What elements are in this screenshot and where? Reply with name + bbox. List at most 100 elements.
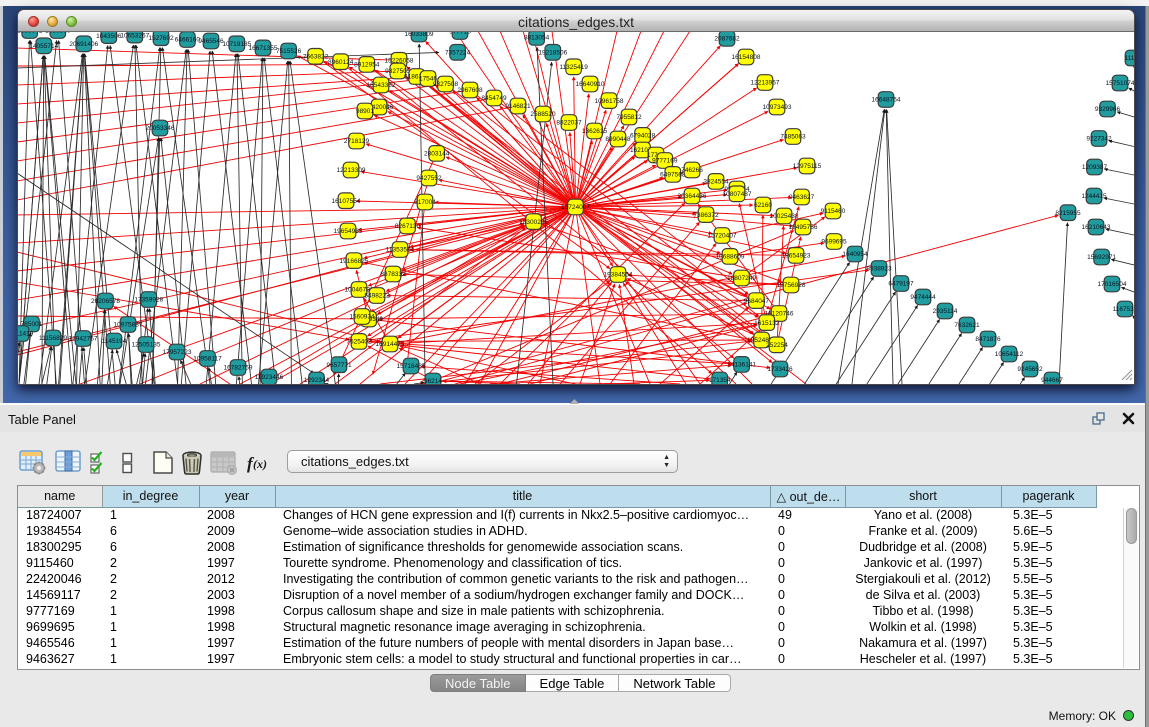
svg-text:9657771: 9657771 xyxy=(326,362,352,369)
svg-text:11121: 11121 xyxy=(1124,55,1134,62)
svg-text:18495756: 18495756 xyxy=(789,224,818,231)
svg-text:14055714: 14055714 xyxy=(29,43,58,50)
svg-text:15751074: 15751074 xyxy=(1106,80,1134,87)
svg-text:9474444: 9474444 xyxy=(910,294,936,301)
svg-text:8938923: 8938923 xyxy=(866,266,892,273)
svg-text:10807487: 10807487 xyxy=(723,191,752,198)
svg-text:1209387: 1209387 xyxy=(1082,164,1108,171)
svg-text:9146821: 9146821 xyxy=(505,103,531,110)
svg-text:8471876: 8471876 xyxy=(975,336,1001,343)
svg-text:1640954: 1640954 xyxy=(842,251,868,258)
svg-text:9777169: 9777169 xyxy=(652,158,678,165)
svg-text:10958117: 10958117 xyxy=(193,356,222,363)
svg-text:20206578: 20206578 xyxy=(91,298,120,305)
svg-text:8912954: 8912954 xyxy=(354,62,380,69)
svg-text:11325419: 11325419 xyxy=(559,64,588,71)
svg-text:8215955: 8215955 xyxy=(1055,210,1081,217)
svg-text:2718129: 2718129 xyxy=(344,138,370,145)
svg-text:7386372: 7386372 xyxy=(693,212,719,219)
svg-text:9684047: 9684047 xyxy=(744,298,770,305)
svg-text:20691406: 20691406 xyxy=(69,41,98,48)
svg-text:12213309: 12213309 xyxy=(337,167,366,174)
svg-text:16543382: 16543382 xyxy=(367,82,396,89)
svg-text:19218506: 19218506 xyxy=(538,50,567,57)
svg-text:746266: 746266 xyxy=(681,167,703,174)
svg-text:11353594: 11353594 xyxy=(386,247,415,254)
svg-text:12505135: 12505135 xyxy=(132,342,161,349)
svg-text:19166825: 19166825 xyxy=(340,258,369,265)
svg-text:8454749: 8454749 xyxy=(481,95,507,102)
svg-text:1733426: 1733426 xyxy=(767,366,793,373)
svg-text:15692971: 15692971 xyxy=(1087,254,1116,261)
svg-text:(x): (x) xyxy=(253,457,267,471)
svg-text:96214: 96214 xyxy=(424,378,442,385)
svg-text:6794028: 6794028 xyxy=(630,133,656,140)
svg-text:7357224: 7357224 xyxy=(445,50,471,57)
svg-text:18807249: 18807249 xyxy=(727,275,756,282)
svg-text:1388641: 1388641 xyxy=(18,32,43,35)
svg-text:2588520: 2588520 xyxy=(530,111,556,118)
svg-text:2967608: 2967608 xyxy=(457,87,483,94)
svg-text:252254: 252254 xyxy=(766,342,788,349)
svg-text:18724007: 18724007 xyxy=(561,204,590,211)
svg-text:17957223: 17957223 xyxy=(163,349,192,356)
svg-text:16033809: 16033809 xyxy=(405,32,434,38)
svg-text:10973493: 10973493 xyxy=(763,104,792,111)
svg-text:977716: 977716 xyxy=(449,32,471,36)
svg-text:1839599: 1839599 xyxy=(45,32,71,35)
svg-text:1362615: 1362615 xyxy=(582,128,608,135)
svg-text:9115460: 9115460 xyxy=(821,208,846,215)
svg-text:8267130: 8267130 xyxy=(395,223,421,230)
svg-text:16671355: 16671355 xyxy=(249,45,278,52)
svg-text:1167531: 1167531 xyxy=(1113,306,1134,313)
svg-text:12942757: 12942757 xyxy=(69,336,98,343)
svg-text:16782759: 16782759 xyxy=(224,365,253,372)
svg-text:1145194: 1145194 xyxy=(102,338,127,345)
svg-text:1615132: 1615132 xyxy=(754,320,780,327)
svg-text:19384554: 19384554 xyxy=(604,272,633,279)
svg-text:17359928: 17359928 xyxy=(134,297,163,304)
svg-text:10654112: 10654112 xyxy=(995,351,1024,358)
svg-text:16640910: 16640910 xyxy=(576,81,605,88)
svg-text:1560934: 1560934 xyxy=(349,314,375,321)
svg-text:19654923: 19654923 xyxy=(782,253,811,260)
svg-text:9329966: 9329966 xyxy=(1095,106,1121,113)
svg-text:171354: 171354 xyxy=(709,377,731,384)
svg-text:7663822: 7663822 xyxy=(303,54,329,61)
svg-text:5498222: 5498222 xyxy=(364,293,390,300)
svg-text:6479197: 6479197 xyxy=(888,281,914,288)
svg-text:2935114: 2935114 xyxy=(933,308,958,315)
svg-text:9463627: 9463627 xyxy=(789,194,815,201)
svg-text:8878332: 8878332 xyxy=(380,271,406,278)
svg-text:16914479: 16914479 xyxy=(376,341,405,348)
svg-text:11156829: 11156829 xyxy=(39,335,67,342)
svg-text:7485063: 7485063 xyxy=(780,134,806,141)
svg-text:1527602: 1527602 xyxy=(148,35,174,42)
svg-text:15716485: 15716485 xyxy=(397,363,426,370)
svg-text:17016504: 17016504 xyxy=(1098,281,1127,288)
svg-text:7625402: 7625402 xyxy=(346,339,372,346)
svg-text:98901: 98901 xyxy=(356,108,374,115)
svg-text:12213967: 12213967 xyxy=(751,80,780,87)
svg-text:1043506: 1043506 xyxy=(96,33,122,40)
svg-text:9465546: 9465546 xyxy=(198,38,224,45)
svg-text:10975887: 10975887 xyxy=(114,322,143,329)
svg-text:1244415: 1244415 xyxy=(1081,193,1107,200)
svg-text:10719185: 10719185 xyxy=(222,41,251,48)
svg-text:7632621: 7632621 xyxy=(954,322,980,329)
svg-text:20053346: 20053346 xyxy=(146,125,175,132)
svg-text:10653267: 10653267 xyxy=(120,32,149,39)
svg-text:16107554: 16107554 xyxy=(332,198,361,205)
svg-text:20364436: 20364436 xyxy=(678,193,707,200)
svg-text:18300295: 18300295 xyxy=(519,219,548,226)
svg-text:12975115: 12975115 xyxy=(793,163,822,170)
svg-text:16154808: 16154808 xyxy=(732,54,761,61)
svg-text:9327508: 9327508 xyxy=(433,81,459,88)
svg-text:2803144: 2803144 xyxy=(424,151,450,158)
svg-text:817004: 817004 xyxy=(414,199,436,206)
svg-text:8960124: 8960124 xyxy=(328,59,354,66)
svg-text:11923446: 11923446 xyxy=(255,374,284,381)
svg-text:7515526: 7515526 xyxy=(276,48,302,55)
svg-text:19654985: 19654985 xyxy=(334,228,363,235)
svg-text:1292344: 1292344 xyxy=(304,377,330,384)
